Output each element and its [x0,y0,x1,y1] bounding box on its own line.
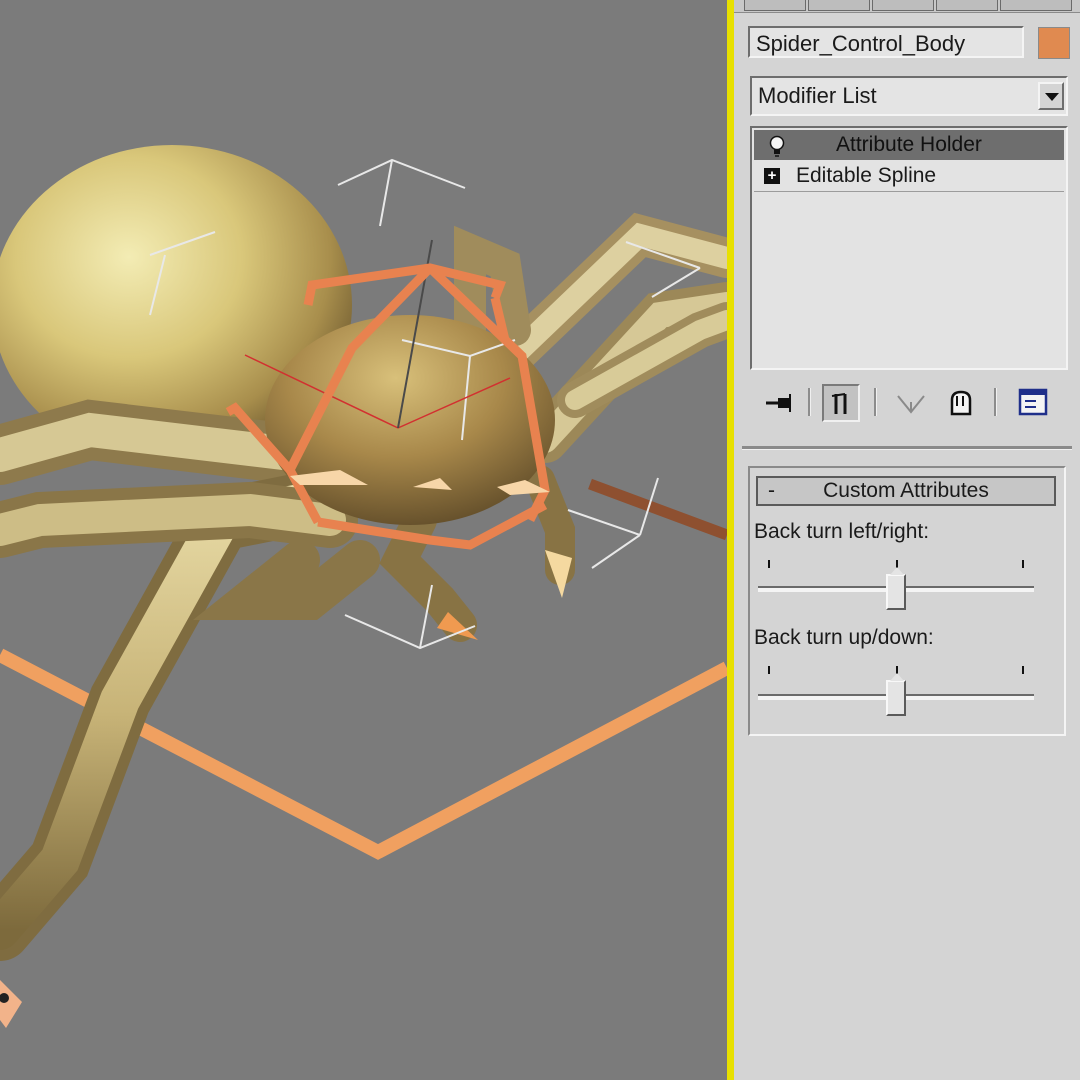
toolbar-separator [808,388,811,416]
back-turn-left-right-slider[interactable] [750,556,1050,610]
object-name-field[interactable]: Spider_Control_Body [748,26,1024,58]
modifier-list-dropdown[interactable]: Modifier List [750,76,1068,116]
collapse-icon[interactable]: - [768,478,775,504]
chevron-down-icon[interactable] [1038,82,1064,110]
stack-item-attribute-holder[interactable]: Attribute Holder [754,130,1064,160]
stack-item-label: Attribute Holder [836,133,982,156]
modifier-list-label: Modifier List [758,83,877,108]
active-viewport-border [727,0,734,1080]
panel-divider [742,446,1072,450]
stack-toolbar [750,380,1068,428]
slider-tick [1022,560,1024,568]
tab-hierarchy[interactable] [872,0,934,11]
tab-create[interactable] [744,0,806,11]
toolbar-separator [994,388,997,416]
slider-label-up-down: Back turn up/down: [754,626,934,649]
slider-tick [1022,666,1024,674]
slider-thumb[interactable] [886,567,906,610]
toolbar-separator [874,388,877,416]
perspective-viewport[interactable] [0,0,727,1080]
expand-plus-icon[interactable]: + [764,168,780,184]
pin-stack-icon[interactable] [760,384,798,422]
show-end-result-icon[interactable] [822,384,860,422]
slider-tick [768,560,770,568]
back-turn-up-down-slider[interactable] [750,662,1050,716]
make-unique-icon[interactable] [892,384,930,422]
remove-modifier-icon[interactable] [942,384,980,422]
slider-tick [768,666,770,674]
viewport-scene[interactable] [0,0,727,1080]
stack-item-editable-spline[interactable]: + Editable Spline [754,161,1064,192]
custom-attributes-rollout: - Custom Attributes Back turn left/right… [748,466,1066,736]
slider-thumb[interactable] [886,673,906,716]
slider-label-left-right: Back turn left/right: [754,520,930,543]
tab-modify[interactable] [808,0,870,11]
rollout-header[interactable]: - Custom Attributes [756,476,1056,506]
tab-display[interactable] [1000,0,1072,11]
modifier-stack[interactable]: Attribute Holder + Editable Spline [750,126,1068,370]
command-panel: Spider_Control_Body Modifier List Attrib… [734,0,1080,1080]
configure-modifier-sets-icon[interactable] [1014,384,1052,422]
tab-motion[interactable] [936,0,998,11]
command-panel-tabs [734,0,1080,13]
object-color-swatch[interactable] [1038,27,1070,59]
rollout-title: Custom Attributes [823,479,989,502]
stack-item-label: Editable Spline [796,164,937,187]
lightbulb-icon[interactable] [768,135,786,157]
